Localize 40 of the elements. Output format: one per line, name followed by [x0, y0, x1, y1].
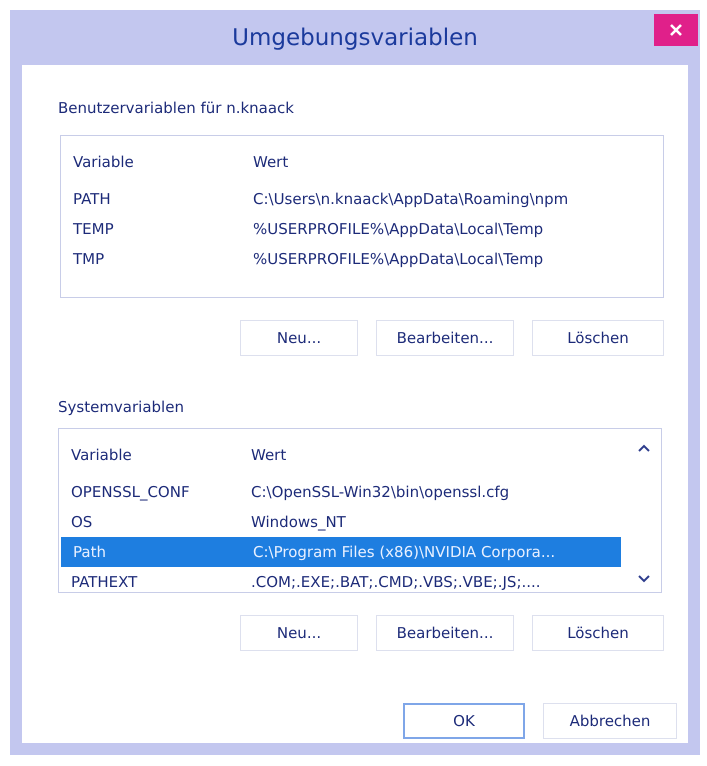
- scroll-down-icon[interactable]: [637, 574, 651, 584]
- variable-row[interactable]: Path C:\Program Files (x86)\NVIDIA Corpora...: [61, 537, 621, 567]
- variable-name: Path: [73, 543, 107, 561]
- dialog-button[interactable]: Löschen: [532, 320, 664, 356]
- variable-value: C:\Program Files (x86)\NVIDIA Corpora...: [253, 543, 556, 561]
- variable-value: C:\Users\n.knaack\AppData\Roaming\npm: [253, 190, 568, 208]
- column-header: Wert: [253, 153, 288, 171]
- variable-name: PATH: [73, 190, 112, 208]
- variable-value: %USERPROFILE%\AppData\Local\Temp: [253, 250, 544, 268]
- variable-row[interactable]: PATH C:\Users\n.knaack\AppData\Roaming\npm: [61, 184, 621, 214]
- dialog-button[interactable]: Bearbeiten...: [376, 615, 514, 651]
- variable-name: OS: [71, 513, 94, 531]
- dialog-button[interactable]: Löschen: [532, 615, 664, 651]
- variable-name: TEMP: [73, 220, 115, 238]
- column-header: Variable: [73, 153, 135, 171]
- variable-row[interactable]: TEMP %USERPROFILE%\AppData\Local\Temp: [61, 214, 621, 244]
- close-icon: [669, 23, 683, 37]
- variable-row[interactable]: OS Windows_NT: [59, 507, 619, 537]
- dialog-button[interactable]: Bearbeiten...: [376, 320, 514, 356]
- close-button[interactable]: [654, 14, 698, 46]
- section-label: Systemvariablen: [58, 398, 185, 416]
- variable-name: PATHEXT: [71, 573, 138, 591]
- variable-value: .COM;.EXE;.BAT;.CMD;.VBS;.VBE;.JS;....: [251, 573, 541, 591]
- dialog-button[interactable]: Neu...: [240, 615, 358, 651]
- variable-name: TMP: [73, 250, 106, 268]
- variable-value: C:\OpenSSL-Win32\bin\openssl.cfg: [251, 483, 510, 501]
- dialog-button[interactable]: Neu...: [240, 320, 358, 356]
- column-header: Wert: [251, 446, 286, 464]
- scroll-up-icon[interactable]: [637, 443, 651, 453]
- variable-row[interactable]: PATHEXT .COM;.EXE;.BAT;.CMD;.VBS;.VBE;.JS;....: [59, 567, 619, 597]
- dialog-button[interactable]: Abbrechen: [543, 703, 677, 739]
- variable-value: Windows_NT: [251, 513, 346, 531]
- column-header: Variable: [71, 446, 133, 464]
- dialog-button[interactable]: OK: [403, 703, 525, 739]
- variable-row[interactable]: TMP %USERPROFILE%\AppData\Local\Temp: [61, 244, 621, 274]
- variable-row[interactable]: OPENSSL_CONF C:\OpenSSL-Win32\bin\openssl.cfg: [59, 477, 619, 507]
- window-title: Umgebungsvariablen: [232, 24, 478, 50]
- variable-name: OPENSSL_CONF: [71, 483, 191, 501]
- section-label: Benutzervariablen für n.knaack: [58, 99, 295, 117]
- variable-value: %USERPROFILE%\AppData\Local\Temp: [253, 220, 544, 238]
